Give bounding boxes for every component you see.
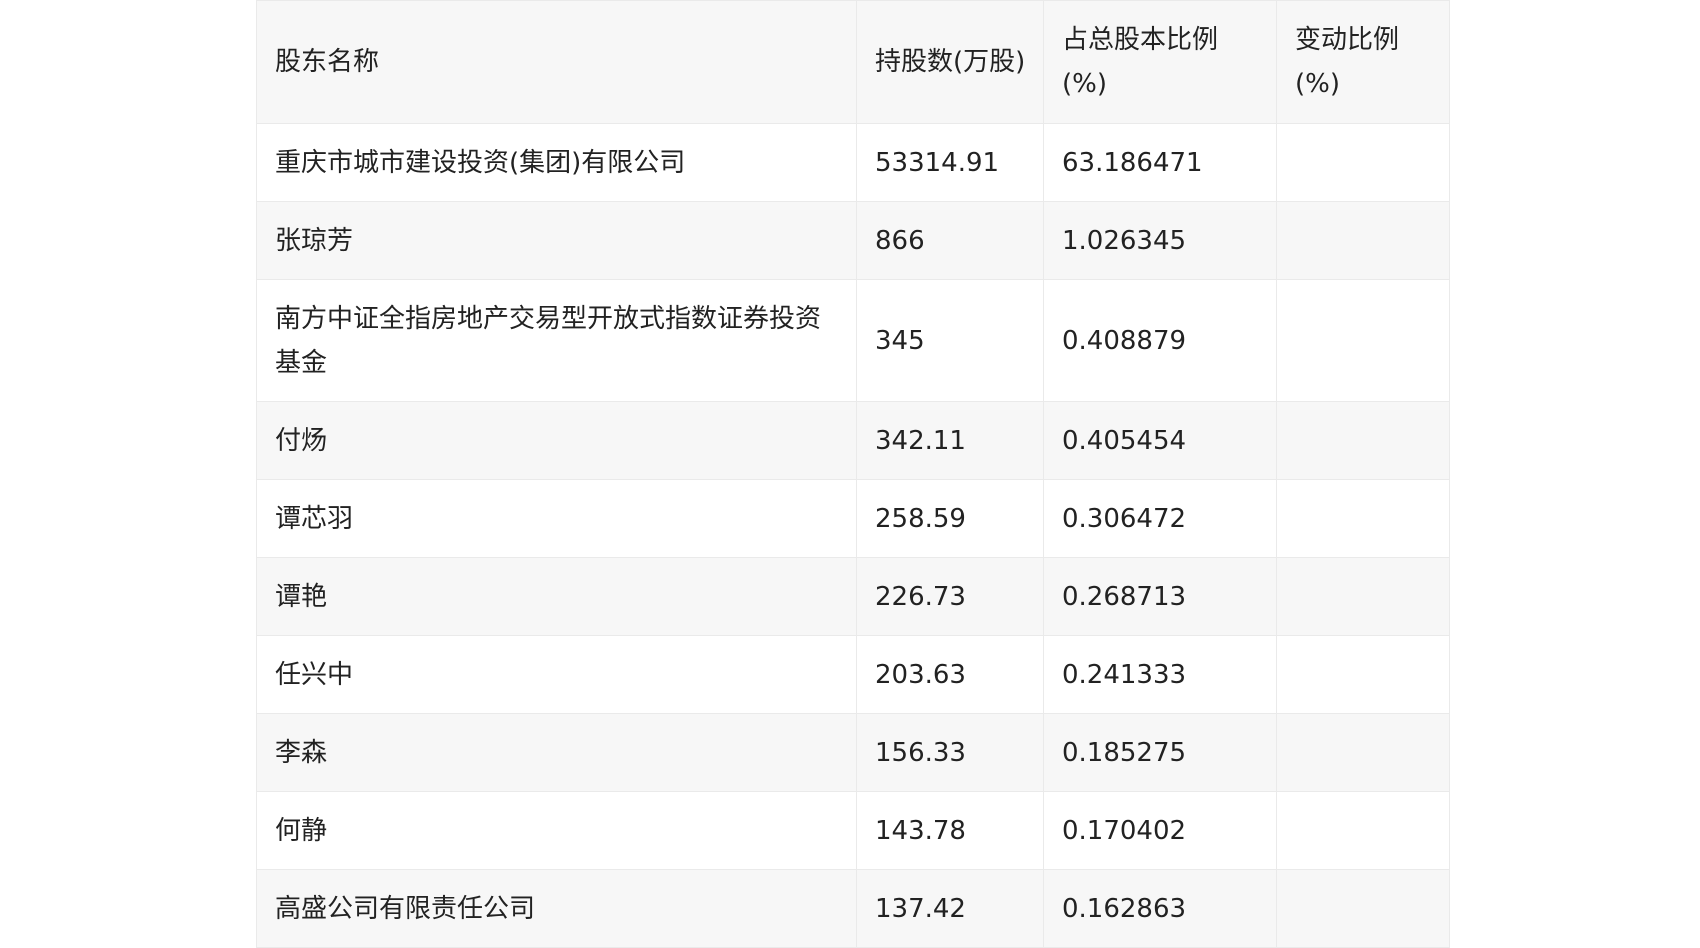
table-row: 任兴中 203.63 0.241333	[256, 635, 1450, 714]
table-row: 谭芯羽 258.59 0.306472	[256, 479, 1450, 558]
cell-ratio: 0.241333	[1043, 635, 1277, 714]
header-shares: 持股数(万股)	[856, 0, 1044, 124]
cell-ratio: 0.306472	[1043, 479, 1277, 558]
cell-change	[1276, 635, 1450, 714]
cell-shares: 203.63	[856, 635, 1044, 714]
table-row: 南方中证全指房地产交易型开放式指数证券投资基金 345 0.408879	[256, 279, 1450, 402]
header-ratio: 占总股本比例(%)	[1043, 0, 1277, 124]
cell-ratio: 0.170402	[1043, 791, 1277, 870]
cell-name: 谭艳	[256, 557, 857, 636]
shareholder-table: 股东名称 持股数(万股) 占总股本比例(%) 变动比例(%) 重庆市城市建设投资…	[256, 0, 1450, 948]
cell-ratio: 63.186471	[1043, 123, 1277, 202]
shareholder-table-container: 股东名称 持股数(万股) 占总股本比例(%) 变动比例(%) 重庆市城市建设投资…	[256, 0, 1450, 948]
table-row: 重庆市城市建设投资(集团)有限公司 53314.91 63.186471	[256, 123, 1450, 202]
cell-shares: 53314.91	[856, 123, 1044, 202]
cell-name: 张琼芳	[256, 201, 857, 280]
cell-change	[1276, 123, 1450, 202]
table-row: 谭艳 226.73 0.268713	[256, 557, 1450, 636]
cell-shares: 342.11	[856, 401, 1044, 480]
cell-change	[1276, 479, 1450, 558]
cell-ratio: 0.268713	[1043, 557, 1277, 636]
table-row: 高盛公司有限责任公司 137.42 0.162863	[256, 869, 1450, 948]
cell-name: 高盛公司有限责任公司	[256, 869, 857, 948]
cell-shares: 258.59	[856, 479, 1044, 558]
cell-shares: 137.42	[856, 869, 1044, 948]
table-row: 付炀 342.11 0.405454	[256, 401, 1450, 480]
cell-ratio: 0.405454	[1043, 401, 1277, 480]
table-header-row: 股东名称 持股数(万股) 占总股本比例(%) 变动比例(%)	[256, 0, 1450, 124]
cell-shares: 143.78	[856, 791, 1044, 870]
table-row: 李森 156.33 0.185275	[256, 713, 1450, 792]
cell-name: 付炀	[256, 401, 857, 480]
cell-change	[1276, 557, 1450, 636]
cell-name: 重庆市城市建设投资(集团)有限公司	[256, 123, 857, 202]
header-shareholder-name: 股东名称	[256, 0, 857, 124]
cell-name: 李森	[256, 713, 857, 792]
cell-shares: 866	[856, 201, 1044, 280]
cell-ratio: 0.162863	[1043, 869, 1277, 948]
cell-name: 何静	[256, 791, 857, 870]
cell-change	[1276, 713, 1450, 792]
cell-change	[1276, 869, 1450, 948]
cell-shares: 226.73	[856, 557, 1044, 636]
cell-ratio: 0.185275	[1043, 713, 1277, 792]
cell-name: 任兴中	[256, 635, 857, 714]
cell-ratio: 1.026345	[1043, 201, 1277, 280]
table-row: 何静 143.78 0.170402	[256, 791, 1450, 870]
cell-shares: 345	[856, 279, 1044, 402]
table-row: 张琼芳 866 1.026345	[256, 201, 1450, 280]
cell-change	[1276, 201, 1450, 280]
cell-ratio: 0.408879	[1043, 279, 1277, 402]
cell-change	[1276, 279, 1450, 402]
header-change: 变动比例(%)	[1276, 0, 1450, 124]
cell-shares: 156.33	[856, 713, 1044, 792]
cell-change	[1276, 401, 1450, 480]
cell-name: 南方中证全指房地产交易型开放式指数证券投资基金	[256, 279, 857, 402]
cell-change	[1276, 791, 1450, 870]
cell-name: 谭芯羽	[256, 479, 857, 558]
